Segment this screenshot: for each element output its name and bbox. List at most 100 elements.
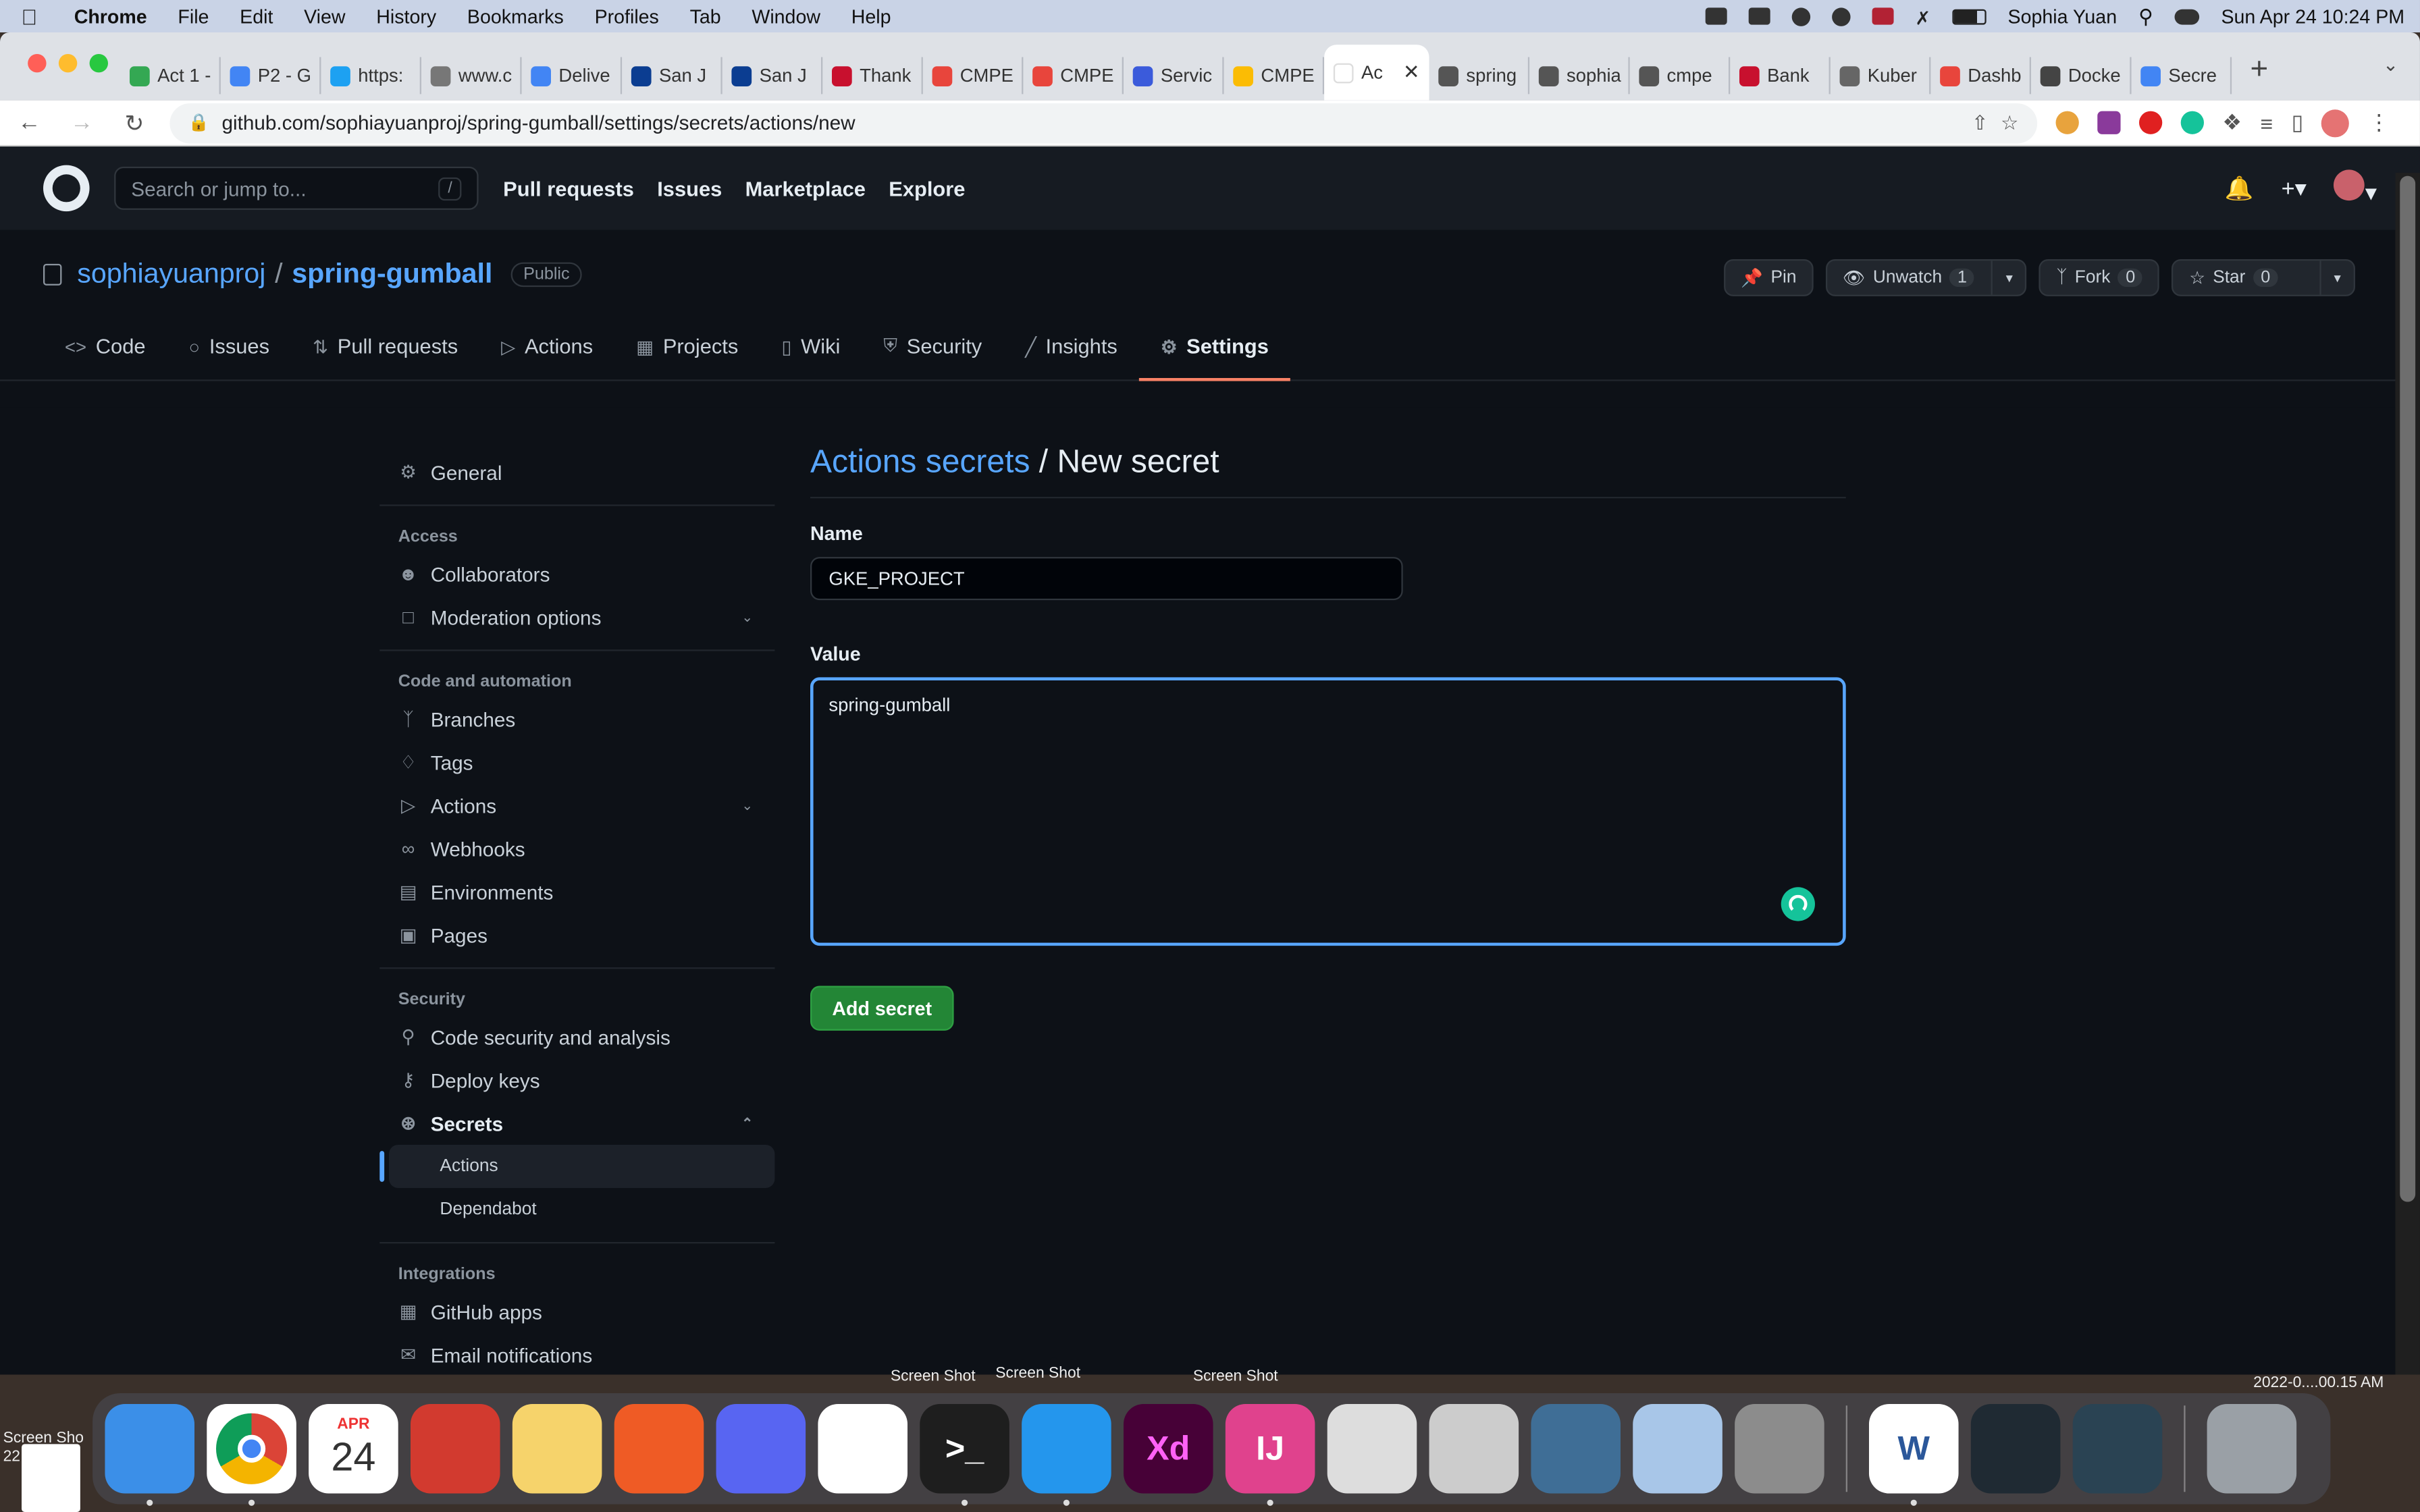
scrollbar-thumb[interactable] bbox=[2400, 176, 2416, 1202]
desktop-file-label[interactable]: Screen Shot bbox=[891, 1368, 976, 1385]
nav-pull-requests[interactable]: Pull requests bbox=[503, 177, 634, 200]
sidebar-item-code-security[interactable]: ⚲ Code security and analysis bbox=[379, 1015, 774, 1058]
browser-tab[interactable]: https: bbox=[321, 57, 421, 94]
dock-gimp-icon[interactable] bbox=[1327, 1403, 1417, 1494]
grammarly-extension-icon[interactable] bbox=[2180, 111, 2204, 134]
chevron-up-icon[interactable]: ⌃ bbox=[741, 1114, 753, 1131]
secret-name-input[interactable]: GKE_PROJECT bbox=[810, 557, 1403, 601]
sidebar-item-tags[interactable]: ♢ Tags bbox=[379, 740, 774, 784]
dock-finder-icon[interactable] bbox=[105, 1403, 194, 1506]
extension-icon[interactable] bbox=[2097, 111, 2121, 134]
nav-explore[interactable]: Explore bbox=[889, 177, 965, 200]
sidebar-item-general[interactable]: ⚙ General bbox=[379, 450, 774, 493]
minimize-window-button[interactable] bbox=[58, 53, 78, 73]
browser-tab[interactable]: CMPE bbox=[1224, 57, 1325, 94]
menu-help[interactable]: Help bbox=[836, 5, 906, 27]
browser-tab[interactable]: cmpe bbox=[1630, 57, 1731, 94]
chevron-down-icon[interactable]: ▾ bbox=[1991, 261, 2026, 295]
dock-league-of-legends-icon[interactable] bbox=[1970, 1403, 2061, 1494]
browser-tab[interactable]: Secre bbox=[2132, 57, 2232, 94]
chrome-menu-icon[interactable]: ⋮ bbox=[2368, 109, 2390, 136]
dock-intellij-icon[interactable]: IJ bbox=[1225, 1403, 1315, 1506]
menu-tab[interactable]: Tab bbox=[675, 5, 737, 27]
control-center-icon[interactable] bbox=[2174, 8, 2200, 24]
side-panel-icon[interactable]: ▯ bbox=[2292, 109, 2304, 136]
sidebar-item-branches[interactable]: ᛉ Branches bbox=[379, 697, 774, 740]
breadcrumb-actions-secrets[interactable]: Actions secrets bbox=[810, 444, 1030, 480]
dock-word-icon[interactable]: W bbox=[1868, 1403, 1959, 1506]
profile-avatar-icon[interactable] bbox=[2321, 109, 2350, 137]
menu-window[interactable]: Window bbox=[736, 5, 835, 27]
dock-postman-icon[interactable] bbox=[614, 1403, 704, 1494]
dock-preview-icon[interactable] bbox=[1633, 1403, 1722, 1494]
sidebar-item-moderation[interactable]: □ Moderation options ⌄ bbox=[379, 595, 774, 639]
sidebar-subitem-secrets-dependabot[interactable]: Dependabot bbox=[389, 1188, 774, 1231]
tab-pull-requests[interactable]: ⇅ Pull requests bbox=[291, 335, 479, 379]
browser-tab[interactable]: CMPE bbox=[923, 57, 1024, 94]
browser-tab[interactable]: San J bbox=[622, 57, 722, 94]
desktop-file-label[interactable]: Screen Shot bbox=[1193, 1368, 1278, 1385]
tab-wiki[interactable]: ▯ Wiki bbox=[760, 335, 862, 379]
dock-trash-icon[interactable] bbox=[2207, 1403, 2297, 1494]
lock-icon[interactable]: 🔒 bbox=[188, 113, 209, 132]
star-list-chevron-icon[interactable]: ▾ bbox=[2319, 261, 2353, 295]
repo-name-link[interactable]: spring-gumball bbox=[292, 258, 492, 290]
tab-issues[interactable]: ○ Issues bbox=[167, 335, 291, 379]
reading-list-icon[interactable]: ≡ bbox=[2261, 110, 2273, 135]
desktop-file-thumbnail[interactable] bbox=[21, 1444, 80, 1512]
bookmark-star-icon[interactable]: ☆ bbox=[2001, 110, 2019, 135]
sidebar-item-pages[interactable]: ▣ Pages bbox=[379, 913, 774, 956]
tab-security[interactable]: ⛨ Security bbox=[862, 335, 1003, 379]
extension-chrome-icon[interactable] bbox=[2055, 111, 2079, 134]
browser-tab[interactable]: P2 - G bbox=[221, 57, 321, 94]
desktop-file-label[interactable]: 2022-0....00.15 AM bbox=[2253, 1375, 2384, 1392]
user-avatar[interactable]: ▾ bbox=[2334, 169, 2377, 207]
browser-tab[interactable]: Ac ✕ bbox=[1324, 45, 1429, 101]
tab-projects[interactable]: ▦ Projects bbox=[614, 335, 760, 379]
nav-marketplace[interactable]: Marketplace bbox=[745, 177, 866, 200]
menu-file[interactable]: File bbox=[163, 5, 225, 27]
desktop-file-label[interactable]: 22 bbox=[3, 1449, 20, 1465]
browser-tab[interactable]: Kuber bbox=[1831, 57, 1931, 94]
unwatch-button[interactable]: 👁 Unwatch 1 ▾ bbox=[1825, 259, 2028, 296]
sidebar-item-github-apps[interactable]: ▦ GitHub apps bbox=[379, 1290, 774, 1333]
fork-button[interactable]: ᛉ Fork 0 bbox=[2039, 259, 2160, 296]
repo-owner-link[interactable]: sophiayuanproj bbox=[77, 258, 265, 290]
extensions-puzzle-icon[interactable]: ❖ bbox=[2222, 109, 2242, 136]
github-search-input[interactable]: Search or jump to... / bbox=[114, 166, 479, 210]
time-machine-icon[interactable] bbox=[1791, 7, 1810, 26]
browser-tab[interactable]: Servic bbox=[1124, 57, 1224, 94]
play-status-icon[interactable] bbox=[1831, 7, 1851, 26]
menubar-clock[interactable]: Sun Apr 24 10:24 PM bbox=[2221, 5, 2404, 27]
malwarebytes-icon[interactable] bbox=[1748, 7, 1770, 25]
browser-tab[interactable]: Act 1 - bbox=[120, 57, 221, 94]
dock-unity-icon[interactable] bbox=[1429, 1403, 1519, 1494]
menu-edit[interactable]: Edit bbox=[224, 5, 288, 27]
sidebar-item-webhooks[interactable]: ∞ Webhooks bbox=[379, 827, 774, 870]
browser-tab[interactable]: Docke bbox=[2031, 57, 2132, 94]
dock-calendar-icon[interactable]: APR 24 bbox=[309, 1403, 398, 1494]
page-scrollbar[interactable] bbox=[2395, 172, 2420, 1375]
dock-system-preferences-icon[interactable] bbox=[1735, 1403, 1824, 1494]
grammarly-icon[interactable] bbox=[1781, 887, 1815, 921]
create-new-plus-icon[interactable]: +▾ bbox=[2282, 174, 2307, 202]
adblock-extension-icon[interactable] bbox=[2138, 111, 2163, 134]
sidebar-item-deploy-keys[interactable]: ⚷ Deploy keys bbox=[379, 1058, 774, 1102]
zoom-window-button[interactable] bbox=[89, 53, 108, 73]
sidebar-item-secrets[interactable]: ⊛ Secrets ⌃ bbox=[379, 1102, 774, 1145]
pin-button[interactable]: 📌 Pin bbox=[1724, 259, 1814, 296]
spotlight-search-icon[interactable]: ⚲ bbox=[2138, 4, 2153, 29]
sidebar-item-environments[interactable]: ▤ Environments bbox=[379, 870, 774, 913]
github-logo-icon[interactable] bbox=[43, 165, 90, 212]
dock-notes-icon[interactable] bbox=[512, 1403, 602, 1494]
desktop-file-label[interactable]: Screen Shot bbox=[995, 1366, 1080, 1382]
address-bar[interactable]: 🔒 github.com/sophiayuanproj/spring-gumba… bbox=[169, 102, 2038, 143]
dock-discord-icon[interactable] bbox=[716, 1403, 806, 1494]
browser-tab[interactable]: www.c bbox=[421, 57, 522, 94]
browser-tab[interactable]: spring bbox=[1429, 57, 1530, 94]
browser-tab[interactable]: Thank bbox=[822, 57, 923, 94]
browser-tab[interactable]: sophia bbox=[1529, 57, 1630, 94]
menu-bookmarks[interactable]: Bookmarks bbox=[452, 5, 579, 27]
back-arrow-icon[interactable]: ← bbox=[12, 109, 46, 136]
star-button[interactable]: ☆ Star 0 ▾ bbox=[2172, 259, 2355, 296]
